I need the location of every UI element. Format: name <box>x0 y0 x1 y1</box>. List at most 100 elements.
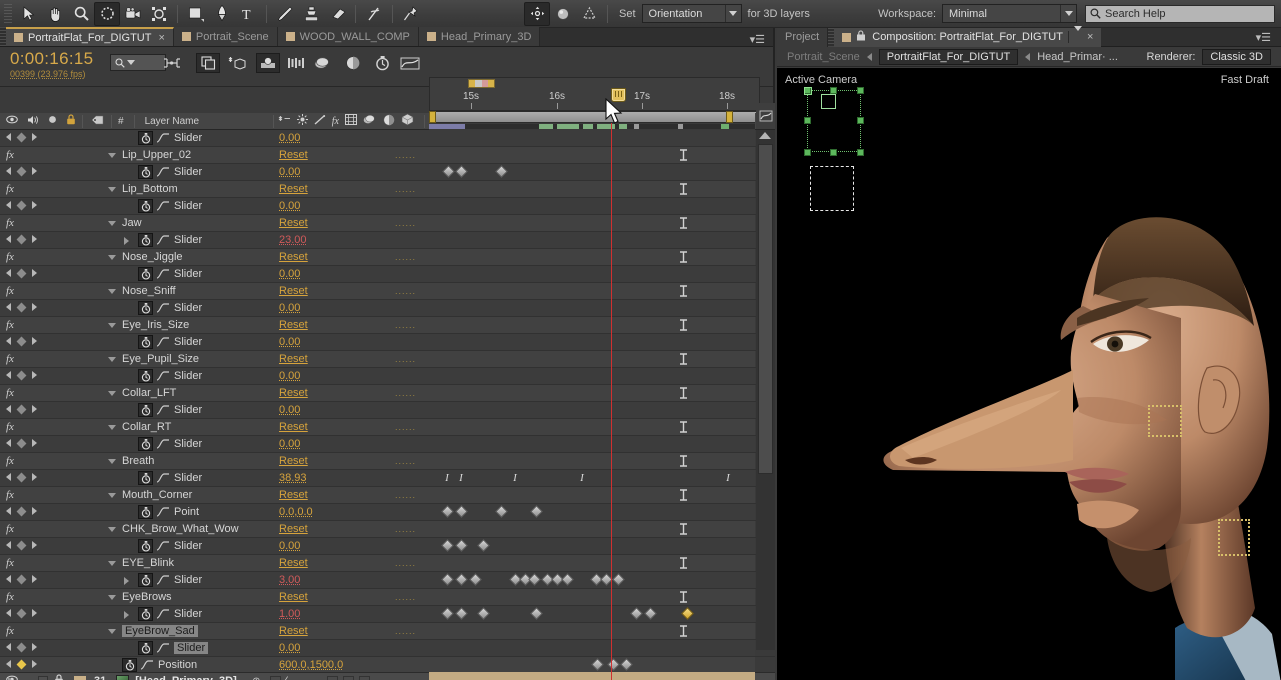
zoom-tool[interactable] <box>68 2 94 26</box>
next-keyframe-icon[interactable] <box>32 473 37 481</box>
prev-keyframe-icon[interactable] <box>6 337 11 345</box>
breadcrumb-portrait-scene[interactable]: Portrait_Scene <box>787 51 860 63</box>
property-name[interactable]: Slider <box>174 200 202 212</box>
solo-icon[interactable] <box>48 115 57 127</box>
graph-editor-toggle-icon[interactable] <box>398 53 422 73</box>
row-timeline-track[interactable] <box>429 521 755 537</box>
lock-icon[interactable] <box>54 674 64 680</box>
keyframe-marker[interactable] <box>477 607 490 620</box>
prev-keyframe-icon[interactable] <box>6 507 11 515</box>
prev-keyframe-icon[interactable] <box>6 235 11 243</box>
keyframe-marker[interactable] <box>630 607 643 620</box>
property-value[interactable]: 1.00 <box>279 608 300 620</box>
keyframe-marker[interactable] <box>561 573 574 586</box>
work-area-start-marker[interactable] <box>429 111 436 123</box>
property-name[interactable]: Slider <box>174 132 202 144</box>
keyframe-toggle-icon[interactable] <box>16 132 27 142</box>
selection-handle-br[interactable] <box>857 149 864 156</box>
keyframe-toggle-icon[interactable] <box>16 302 27 312</box>
effect-row[interactable]: fx Jaw Reset...... <box>0 215 775 232</box>
tab-portraitflat-for-digtut[interactable]: PortraitFlat_For_DIGTUT × <box>6 27 174 46</box>
keyframe-toggle-icon[interactable] <box>16 234 27 244</box>
mask-outline-box[interactable] <box>810 166 854 211</box>
prev-keyframe-icon[interactable] <box>6 643 11 651</box>
keyframe-toggle-icon[interactable] <box>16 642 27 652</box>
property-twirl-icon[interactable] <box>124 237 129 245</box>
property-name[interactable]: Slider <box>174 166 202 178</box>
effect-name[interactable]: Collar_RT <box>122 421 171 433</box>
row-timeline-track[interactable] <box>429 538 755 554</box>
property-row[interactable]: Slider 0.00 <box>0 198 775 215</box>
lock-icon[interactable] <box>66 114 76 128</box>
fx-icon[interactable]: fx <box>6 149 14 161</box>
keyframe-navigator[interactable] <box>6 642 37 652</box>
effect-name[interactable]: CHK_Brow_What_Wow <box>122 523 239 535</box>
effect-marker[interactable] <box>679 353 688 365</box>
property-name[interactable]: Slider <box>174 540 202 552</box>
next-keyframe-icon[interactable] <box>32 643 37 651</box>
keyframe-toggle-icon[interactable] <box>16 438 27 448</box>
reset-link[interactable]: Reset <box>279 523 308 535</box>
comp-flowchart-icon[interactable] <box>160 53 184 73</box>
three-d-switch[interactable] <box>358 675 370 680</box>
timeline-search-input[interactable] <box>110 54 166 71</box>
effect-name[interactable]: Lip_Bottom <box>122 183 178 195</box>
graph-editor-set-icon[interactable] <box>156 370 170 382</box>
row-timeline-track[interactable] <box>429 147 755 163</box>
next-keyframe-icon[interactable] <box>32 167 37 175</box>
property-row[interactable]: Slider 0.00 <box>0 300 775 317</box>
property-name[interactable]: Slider <box>174 268 202 280</box>
selection-handle-bm[interactable] <box>830 149 837 156</box>
effect-name[interactable]: Eye_Pupil_Size <box>122 353 199 365</box>
effect-marker[interactable] <box>679 455 688 467</box>
twirl-icon[interactable] <box>108 595 116 600</box>
graph-editor-set-icon[interactable] <box>156 438 170 450</box>
graph-editor-set-icon[interactable] <box>156 642 170 654</box>
row-timeline-track[interactable] <box>429 640 755 656</box>
fx-icon[interactable]: fx <box>6 353 14 365</box>
fx-icon[interactable]: fx <box>6 523 14 535</box>
tab-composition[interactable]: Composition: PortraitFlat_For_DIGTUT × <box>834 26 1102 47</box>
row-timeline-track[interactable] <box>429 572 755 588</box>
renderer-value[interactable]: Classic 3D <box>1202 48 1271 65</box>
effect-marker[interactable] <box>679 149 688 161</box>
effect-marker[interactable] <box>679 591 688 603</box>
property-row[interactable]: Slider 0.00 <box>0 538 775 555</box>
layer-name-header[interactable]: Layer Name <box>145 116 199 127</box>
property-row[interactable]: Slider 0.00 <box>0 436 775 453</box>
stopwatch-icon[interactable] <box>138 301 153 315</box>
property-name[interactable]: Slider <box>174 642 209 654</box>
current-time-indicator[interactable] <box>611 123 612 680</box>
property-name[interactable]: Slider <box>174 438 202 450</box>
stopwatch-icon[interactable] <box>138 573 153 587</box>
row-timeline-track[interactable] <box>429 164 755 180</box>
keyframe-navigator[interactable] <box>6 404 37 414</box>
fx-icon[interactable]: fx <box>6 591 14 603</box>
reset-link[interactable]: Reset <box>279 489 308 501</box>
workspace-dropdown[interactable]: Minimal <box>942 4 1077 23</box>
reset-link[interactable]: Reset <box>279 387 308 399</box>
keyframe-toggle-icon[interactable] <box>16 540 27 550</box>
stopwatch-icon[interactable] <box>138 369 153 383</box>
property-value[interactable]: 0.00 <box>279 438 300 450</box>
keyframe-toggle-icon[interactable] <box>16 166 27 176</box>
twirl-icon[interactable] <box>108 391 116 396</box>
property-row[interactable]: Slider 23.00 <box>0 232 775 249</box>
property-row[interactable]: Slider 3.00 <box>0 572 775 589</box>
keyframe-marker[interactable] <box>477 539 490 552</box>
current-time-display[interactable]: 0:00:16:15 <box>10 49 93 69</box>
row-timeline-track[interactable] <box>429 487 755 503</box>
composition-panel-menu-icon[interactable]: ▾☰ <box>1256 31 1281 44</box>
hold-keyframe-marker[interactable]: I <box>511 473 519 484</box>
effect-row[interactable]: fx EYE_Blink Reset...... <box>0 555 775 572</box>
keyframe-toggle-icon[interactable] <box>16 200 27 210</box>
property-value[interactable]: 0.00 <box>279 642 300 654</box>
vertical-scrollbar-thumb[interactable] <box>758 144 773 474</box>
row-timeline-track[interactable] <box>429 130 755 146</box>
stopwatch-icon[interactable] <box>138 165 153 179</box>
next-keyframe-icon[interactable] <box>32 405 37 413</box>
work-area-end-marker[interactable] <box>726 111 733 123</box>
property-name[interactable]: Slider <box>174 404 202 416</box>
property-name[interactable]: Point <box>174 506 199 518</box>
shy-switch-icon[interactable]: -⊕- <box>249 676 264 680</box>
